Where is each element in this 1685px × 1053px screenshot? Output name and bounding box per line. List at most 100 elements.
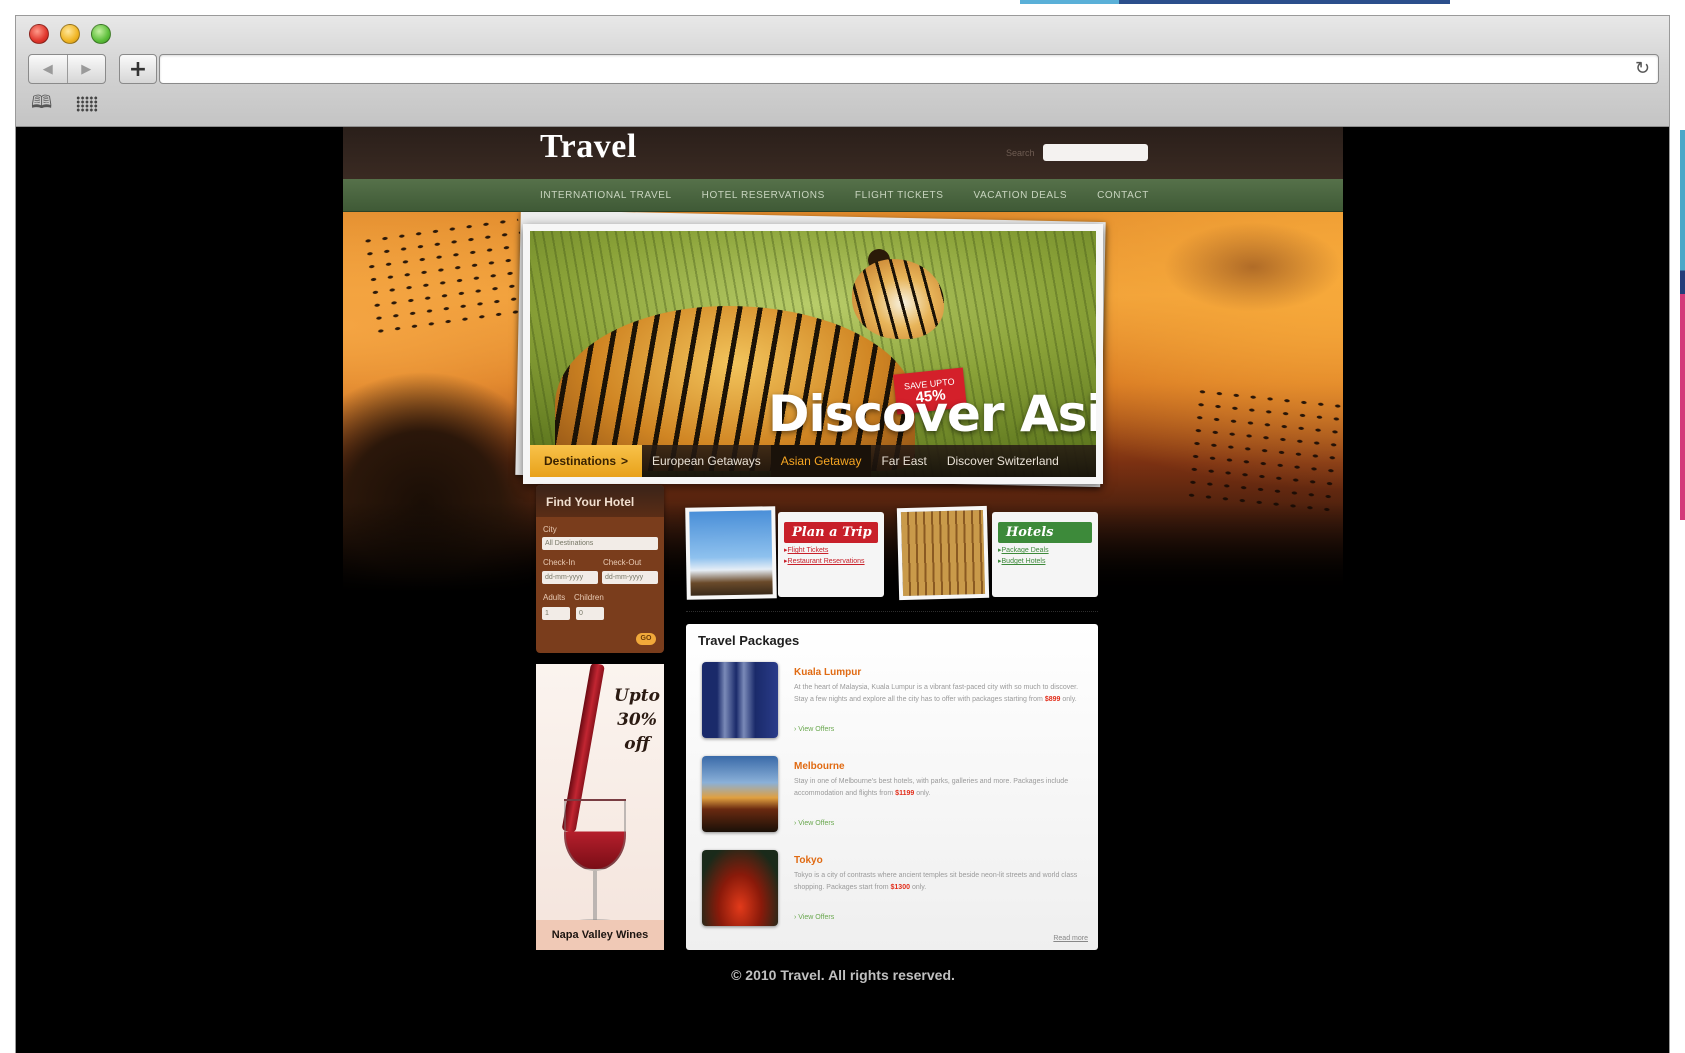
wine-advertisement[interactable]: Upto 30% off Napa Valley Wines [536,664,664,950]
new-tab-button[interactable]: + [119,54,157,84]
section-divider [686,611,1098,612]
package-description: Tokyo is a city of contrasts where ancie… [794,870,1079,894]
chevron-right-icon: > [621,454,629,468]
zoom-window-button[interactable] [91,24,111,44]
reload-icon[interactable]: ↻ [1635,58,1650,79]
site-logo[interactable]: Travel [540,128,637,166]
address-bar[interactable]: ↻ [159,54,1659,84]
wine-ad-caption: Napa Valley Wines [536,920,664,950]
hotel-building-image [900,509,986,597]
package-description-text: At the heart of Malaysia, Kuala Lumpur i… [794,684,1079,703]
wine-glass [564,799,626,871]
main-navigation: International Travel Hotel Reservations … [343,179,1343,212]
package-price-suffix: only. [1062,696,1077,703]
travel-website: Travel Search International Travel Hotel… [343,127,1343,1053]
package-name[interactable]: Kuala Lumpur [794,667,861,678]
destination-discover-switzerland[interactable]: Discover Switzerland [937,445,1069,477]
hotels-card: Hotels Package Deals Budget Hotels [896,505,1098,604]
hotel-building-photo[interactable] [896,505,990,601]
package-description: Stay in one of Melbourne's best hotels, … [794,776,1079,800]
destinations-label: Destinations [543,454,616,468]
destination-far-east[interactable]: Far East [871,445,936,477]
decorative-stripe-top [1020,0,1450,4]
statue-of-liberty-photo[interactable] [685,506,777,600]
package-price: $1300 [890,884,910,891]
package-description: At the heart of Malaysia, Kuala Lumpur i… [794,682,1079,706]
plan-trip-title[interactable]: Plan a Trip [784,522,878,543]
children-stepper[interactable]: 0 [576,607,604,620]
nav-hotel-reservations[interactable]: Hotel Reservations [702,190,825,201]
checkin-field[interactable]: dd-mm-yyyy [542,571,598,584]
decorative-stripe-right [1680,130,1685,520]
tokyo-thumbnail[interactable] [702,850,778,926]
hero-title: Discover Asia [768,385,1096,443]
back-arrow-icon: ◀ [42,61,53,76]
budget-hotels-link[interactable]: Budget Hotels [998,557,1092,565]
sunset-clouds [1163,222,1343,312]
view-offers-link[interactable]: View Offers [794,726,834,733]
browser-toolbar: ◀ ▶ + ↻ 🕮 [16,16,1669,127]
flight-tickets-link[interactable]: Flight Tickets [784,546,878,554]
package-name[interactable]: Melbourne [794,761,845,772]
find-hotel-widget: Find Your Hotel City All Destinations Ch… [536,485,664,653]
wine-ad-promo: Upto 30% off [614,686,660,754]
view-offers-link[interactable]: View Offers [794,914,834,921]
package-price-suffix: only. [916,790,931,797]
forward-arrow-icon: ▶ [81,61,92,76]
city-select[interactable]: All Destinations [542,537,658,550]
children-label: Children [574,593,604,602]
hotels-title[interactable]: Hotels [998,522,1092,543]
bird-flock-left [358,213,532,335]
footer-copyright: © 2010 Travel. All rights reserved. [731,967,955,983]
hotel-search-go-button[interactable]: GO [636,633,656,645]
package-price: $899 [1044,696,1061,703]
nav-vacation-deals[interactable]: Vacation Deals [974,190,1068,201]
package-name[interactable]: Tokyo [794,855,823,866]
minimize-window-button[interactable] [60,24,80,44]
history-buttons: ◀ ▶ [28,54,106,84]
close-window-button[interactable] [29,24,49,44]
package-item-kuala-lumpur: Kuala Lumpur At the heart of Malaysia, K… [702,662,1087,742]
plus-icon: + [128,56,148,82]
destinations-bar: Destinations > European Getaways Asian G… [530,445,1096,477]
back-button[interactable]: ◀ [29,55,67,83]
package-description-text: Tokyo is a city of contrasts where ancie… [794,872,1078,891]
wine-glass-stem [593,871,597,921]
kuala-lumpur-thumbnail[interactable] [702,662,778,738]
city-label: City [543,525,557,534]
site-header: Travel Search [343,127,1343,179]
checkin-label: Check-In [543,558,576,567]
plan-trip-card: Plan a Trip Flight Tickets Restaurant Re… [685,506,886,604]
forward-button[interactable]: ▶ [66,55,106,83]
top-sites-grid-icon[interactable] [76,96,98,112]
featured-photo-frame: SAVE upto 45% Discover Asia Destinations… [523,224,1103,484]
adults-stepper[interactable]: 1 [542,607,570,620]
package-deals-link[interactable]: Package Deals [998,546,1092,554]
site-search-input[interactable] [1043,144,1148,161]
destination-asian-getaway[interactable]: Asian Getaway [770,445,872,477]
checkout-field[interactable]: dd-mm-yyyy [602,571,658,584]
bird-flock-right [1182,384,1343,520]
nav-flight-tickets[interactable]: Flight Tickets [855,190,944,201]
hotels-card-body: Hotels Package Deals Budget Hotels [992,512,1098,597]
melbourne-thumbnail[interactable] [702,756,778,832]
bookmarks-book-icon[interactable]: 🕮 [31,94,57,112]
package-item-tokyo: Tokyo Tokyo is a city of contrasts where… [702,850,1087,930]
nav-international-travel[interactable]: International Travel [540,190,672,201]
view-offers-link[interactable]: View Offers [794,820,834,827]
travel-packages-title: Travel Packages [698,633,800,648]
read-more-link[interactable]: Read more [1053,935,1088,942]
destinations-button[interactable]: Destinations > [530,445,642,477]
destination-european-getaways[interactable]: European Getaways [642,445,771,477]
plan-trip-card-body: Plan a Trip Flight Tickets Restaurant Re… [778,512,884,597]
tiger-photo[interactable]: SAVE upto 45% Discover Asia Destinations… [530,231,1096,477]
nav-contact[interactable]: Contact [1097,190,1149,201]
search-label: Search [1006,148,1035,158]
package-price-suffix: only. [911,884,927,891]
adults-label: Adults [543,593,566,602]
restaurant-reservations-link[interactable]: Restaurant Reservations [784,557,878,565]
package-description-text: Stay in one of Melbourne's best hotels, … [794,778,1069,797]
statue-of-liberty-image [689,510,773,596]
package-item-melbourne: Melbourne Stay in one of Melbourne's bes… [702,756,1087,836]
page-viewport: Travel Search International Travel Hotel… [16,127,1669,1053]
